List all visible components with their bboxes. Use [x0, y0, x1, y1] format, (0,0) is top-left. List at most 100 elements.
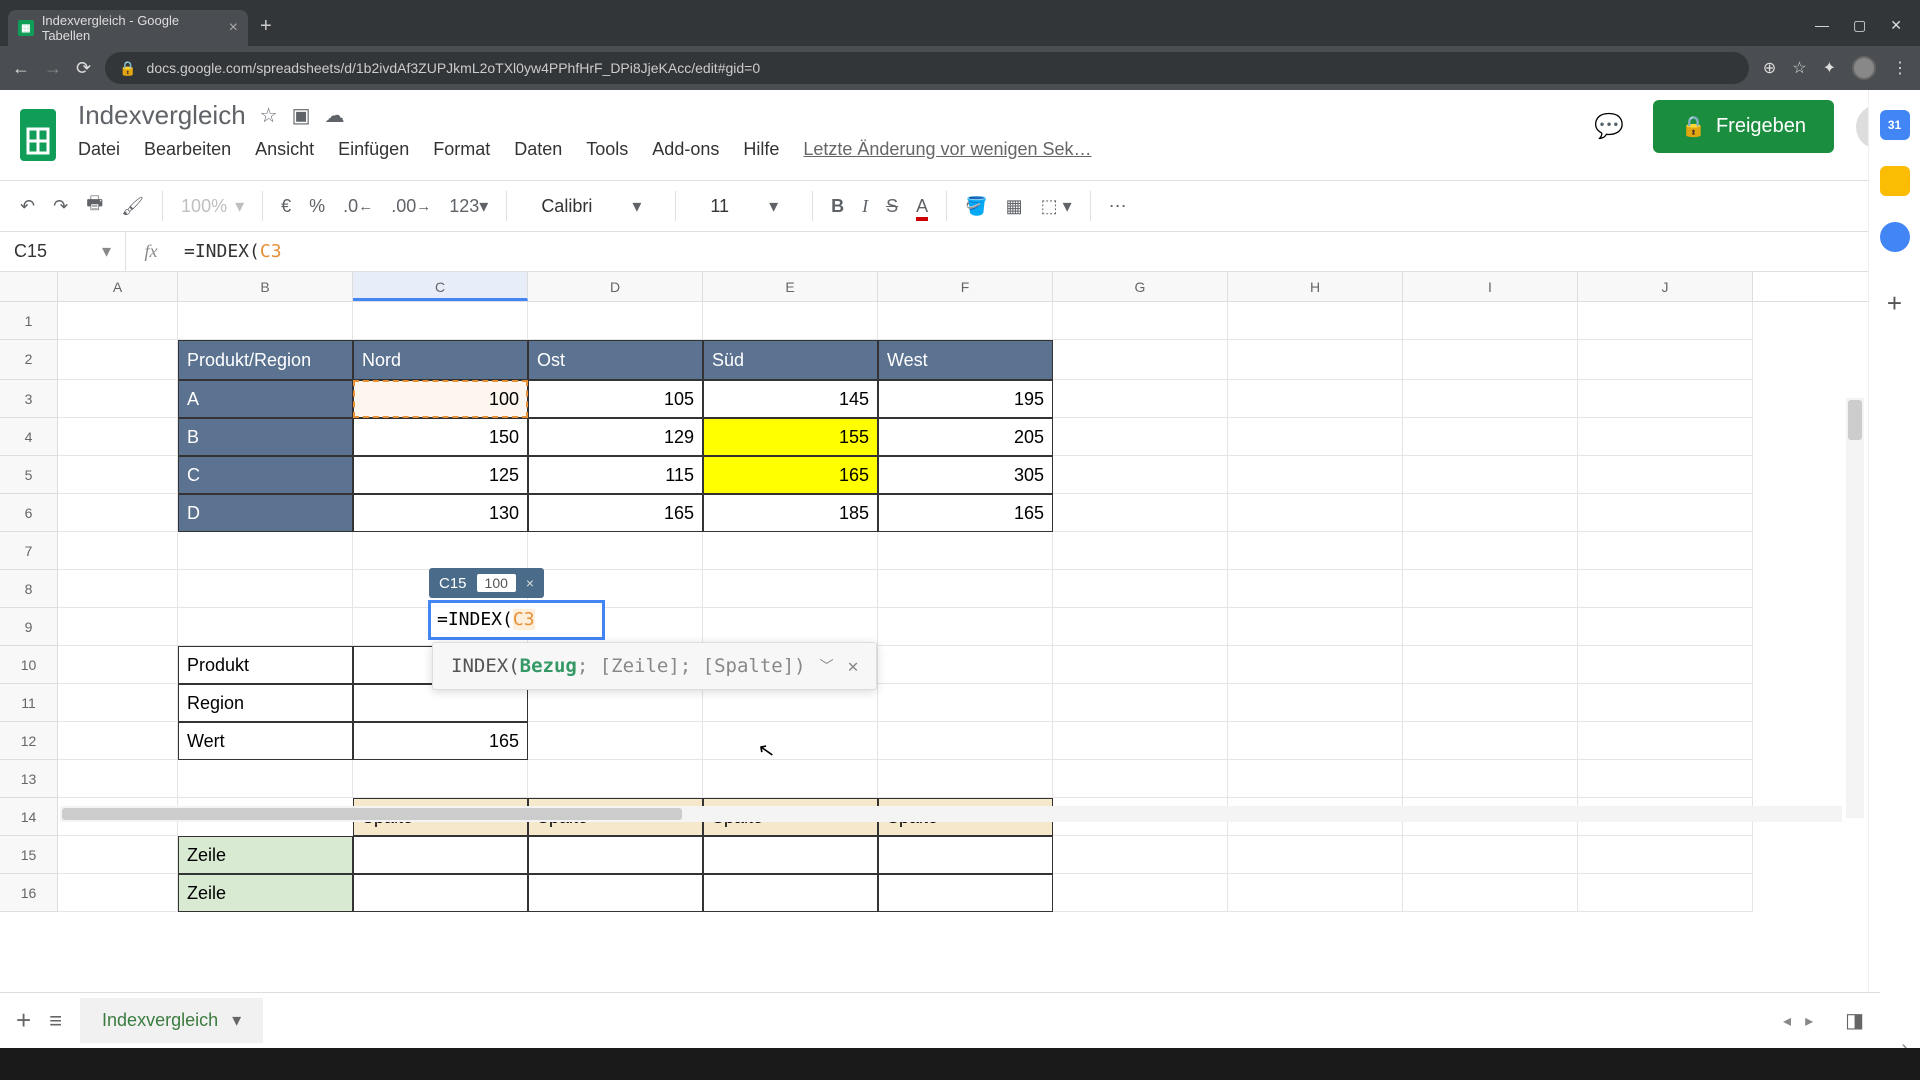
tasks-icon[interactable] [1880, 222, 1910, 252]
cell-I4[interactable] [1403, 418, 1578, 456]
add-sheet-button[interactable]: + [16, 1005, 31, 1036]
col-header-f[interactable]: F [878, 272, 1053, 301]
cell-J7[interactable] [1578, 532, 1753, 570]
cell-F5[interactable]: 305 [878, 456, 1053, 494]
cell-J13[interactable] [1578, 760, 1753, 798]
last-edit-link[interactable]: Letzte Änderung vor wenigen Sek… [803, 139, 1091, 160]
cell-I15[interactable] [1403, 836, 1578, 874]
cell-A13[interactable] [58, 760, 178, 798]
cell-F13[interactable] [878, 760, 1053, 798]
cell-C3[interactable]: 100 [353, 380, 528, 418]
cell-F3[interactable]: 195 [878, 380, 1053, 418]
menu-format[interactable]: Format [433, 139, 490, 160]
row-header[interactable]: 14 [0, 798, 58, 836]
cell-J16[interactable] [1578, 874, 1753, 912]
cell-H8[interactable] [1228, 570, 1403, 608]
cell-B7[interactable] [178, 532, 353, 570]
paint-format-icon[interactable]: 🖌 [121, 196, 144, 217]
cell-A1[interactable] [58, 302, 178, 340]
add-addon-icon[interactable]: + [1880, 288, 1910, 318]
row-header[interactable]: 12 [0, 722, 58, 760]
new-tab-button[interactable]: + [260, 15, 272, 38]
font-size-select[interactable]: 11▾ [694, 196, 794, 217]
cell-I3[interactable] [1403, 380, 1578, 418]
percent-button[interactable]: % [309, 196, 325, 217]
cell-A9[interactable] [58, 608, 178, 646]
cell-B11[interactable]: Region [178, 684, 353, 722]
cell-G4[interactable] [1053, 418, 1228, 456]
cell-G13[interactable] [1053, 760, 1228, 798]
horizontal-scrollbar[interactable] [60, 806, 1842, 822]
font-select[interactable]: Calibri▾ [525, 196, 657, 217]
menu-einfuegen[interactable]: Einfügen [338, 139, 409, 160]
cell-G12[interactable] [1053, 722, 1228, 760]
decrease-decimal-button[interactable]: .0← [343, 196, 373, 217]
cell-H12[interactable] [1228, 722, 1403, 760]
cell-A6[interactable] [58, 494, 178, 532]
cell-J3[interactable] [1578, 380, 1753, 418]
col-header-a[interactable]: A [58, 272, 178, 301]
cell-F4[interactable]: 205 [878, 418, 1053, 456]
cell-B12[interactable]: Wert [178, 722, 353, 760]
cell-I16[interactable] [1403, 874, 1578, 912]
menu-ansicht[interactable]: Ansicht [255, 139, 314, 160]
more-icon[interactable]: ⋯ [1109, 196, 1127, 217]
cell-F7[interactable] [878, 532, 1053, 570]
cell-F12[interactable] [878, 722, 1053, 760]
cell-H5[interactable] [1228, 456, 1403, 494]
cell-I1[interactable] [1403, 302, 1578, 340]
browser-tab[interactable]: ▦ Indexvergleich - Google Tabellen × [8, 10, 248, 46]
hint-expand-icon[interactable]: ﹀ [820, 656, 834, 676]
calendar-icon[interactable]: 31 [1880, 110, 1910, 140]
sheet-nav-left-icon[interactable]: ◂ [1783, 1011, 1791, 1031]
cell-J4[interactable] [1578, 418, 1753, 456]
cell-J2[interactable] [1578, 340, 1753, 380]
cell-I7[interactable] [1403, 532, 1578, 570]
window-close-icon[interactable]: ✕ [1890, 17, 1902, 34]
cell-J6[interactable] [1578, 494, 1753, 532]
cell-F16[interactable] [878, 874, 1053, 912]
window-minimize-icon[interactable]: — [1815, 17, 1829, 34]
cell-E1[interactable] [703, 302, 878, 340]
cell-I9[interactable] [1403, 608, 1578, 646]
cell-C1[interactable] [353, 302, 528, 340]
sheets-logo-icon[interactable] [12, 100, 64, 170]
cell-J8[interactable] [1578, 570, 1753, 608]
cell-E2[interactable]: Süd [703, 340, 878, 380]
cell-J10[interactable] [1578, 646, 1753, 684]
cell-C5[interactable]: 125 [353, 456, 528, 494]
share-button[interactable]: 🔒 Freigeben [1653, 100, 1834, 153]
nav-back-icon[interactable]: ← [12, 58, 30, 79]
row-header[interactable]: 13 [0, 760, 58, 798]
extensions-icon[interactable]: ✦ [1823, 58, 1836, 78]
cell-B16[interactable]: Zeile [178, 874, 353, 912]
comments-icon[interactable]: 💬 [1587, 105, 1631, 149]
row-header[interactable]: 8 [0, 570, 58, 608]
increase-decimal-button[interactable]: .00→ [391, 196, 431, 217]
nav-forward-icon[interactable]: → [44, 58, 62, 79]
row-header[interactable]: 3 [0, 380, 58, 418]
cell-D13[interactable] [528, 760, 703, 798]
cell-H2[interactable] [1228, 340, 1403, 380]
cell-G6[interactable] [1053, 494, 1228, 532]
cell-G16[interactable] [1053, 874, 1228, 912]
redo-icon[interactable]: ↷ [53, 196, 68, 217]
row-header[interactable]: 4 [0, 418, 58, 456]
cell-H3[interactable] [1228, 380, 1403, 418]
cell-E9[interactable] [703, 608, 878, 646]
cell-A4[interactable] [58, 418, 178, 456]
hint-close-icon[interactable]: ✕ [848, 656, 859, 677]
cell-A8[interactable] [58, 570, 178, 608]
cell-H4[interactable] [1228, 418, 1403, 456]
cell-D3[interactable]: 105 [528, 380, 703, 418]
cell-H15[interactable] [1228, 836, 1403, 874]
cell-E12[interactable] [703, 722, 878, 760]
nav-reload-icon[interactable]: ⟳ [76, 58, 91, 79]
fill-color-button[interactable]: 🪣 [965, 196, 987, 217]
cell-J11[interactable] [1578, 684, 1753, 722]
cell-C16[interactable] [353, 874, 528, 912]
cell-I10[interactable] [1403, 646, 1578, 684]
cell-C12[interactable]: 165 [353, 722, 528, 760]
strike-button[interactable]: S [886, 196, 898, 217]
cell-B5[interactable]: C [178, 456, 353, 494]
